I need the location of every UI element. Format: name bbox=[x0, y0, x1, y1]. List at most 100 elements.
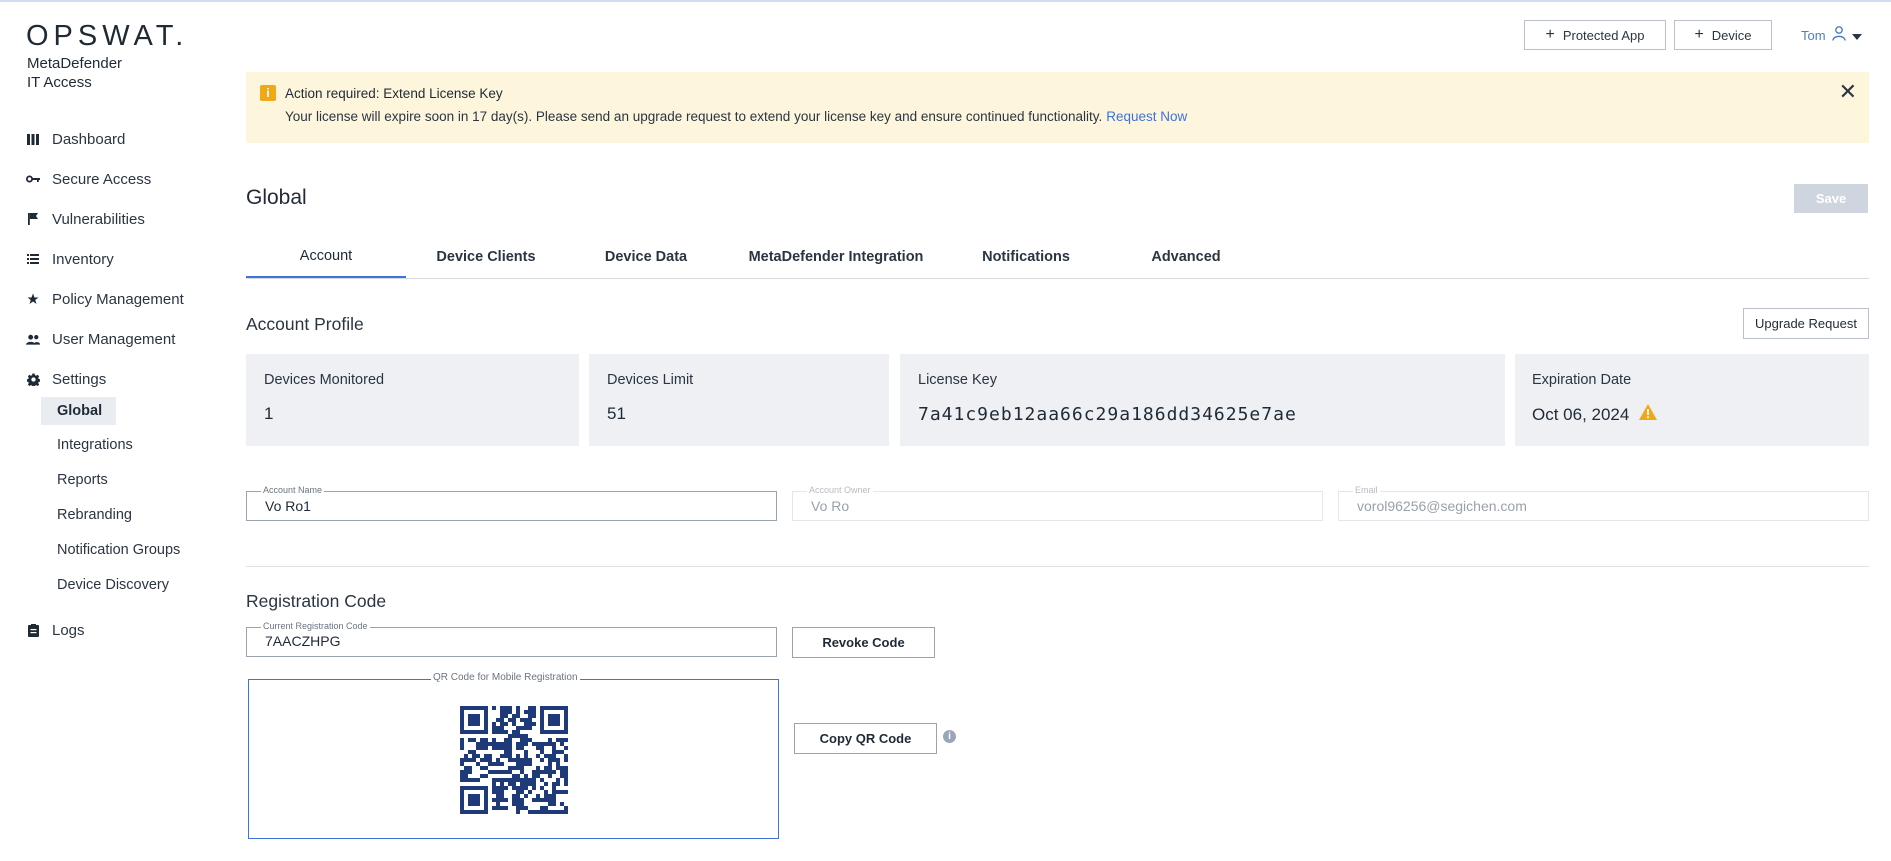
devices-limit-card: Devices Limit 51 bbox=[589, 354, 889, 446]
plus-icon: + bbox=[1545, 26, 1555, 43]
sidebar-item-logs[interactable]: Logs bbox=[26, 617, 85, 643]
flag-icon bbox=[26, 212, 40, 226]
caret-down-icon bbox=[1851, 28, 1862, 43]
info-warning-icon: i bbox=[260, 85, 276, 101]
sidebar-subitem-device-discovery[interactable]: Device Discovery bbox=[57, 573, 169, 597]
sidebar-subitem-reports[interactable]: Reports bbox=[57, 468, 108, 492]
account-name-field[interactable]: Account Name Vo Ro1 bbox=[246, 485, 777, 521]
sidebar-item-dashboard[interactable]: Dashboard bbox=[26, 126, 125, 152]
user-menu[interactable]: Tom bbox=[1801, 26, 1862, 44]
field-label: Account Name bbox=[261, 485, 325, 495]
sidebar-item-settings[interactable]: Settings bbox=[26, 366, 106, 392]
sidebar-item-user-management[interactable]: User Management bbox=[26, 326, 175, 352]
registration-code-title: Registration Code bbox=[246, 591, 387, 611]
registration-code-value: 7AACZHPG bbox=[265, 633, 341, 649]
sidebar-item-label: Dashboard bbox=[52, 130, 126, 148]
sidebar-item-secure-access[interactable]: Secure Access bbox=[26, 166, 151, 192]
tab-device-clients[interactable]: Device Clients bbox=[406, 236, 566, 277]
list-icon bbox=[26, 252, 40, 266]
revoke-code-button[interactable]: Revoke Code bbox=[792, 627, 935, 658]
devices-monitored-value: 1 bbox=[264, 404, 274, 423]
copy-qr-code-button[interactable]: Copy QR Code bbox=[794, 723, 937, 754]
registration-code-field[interactable]: Current Registration Code 7AACZHPG bbox=[246, 621, 777, 657]
tab-notifications[interactable]: Notifications bbox=[946, 236, 1106, 277]
sidebar: OPSWAT. MetaDefender IT Access Dashboard… bbox=[0, 2, 230, 861]
field-label: Email bbox=[1353, 485, 1380, 495]
add-device-button[interactable]: + Device bbox=[1674, 20, 1772, 50]
product-name-line2: IT Access bbox=[27, 74, 92, 91]
card-label: Expiration Date bbox=[1532, 372, 1632, 388]
upgrade-request-button[interactable]: Upgrade Request bbox=[1743, 308, 1869, 339]
card-label: Devices Monitored bbox=[264, 372, 385, 388]
users-icon bbox=[26, 332, 40, 346]
sidebar-subitem-rebranding[interactable]: Rebranding bbox=[57, 503, 132, 527]
sidebar-item-label: Settings bbox=[52, 370, 107, 388]
sidebar-item-label: Inventory bbox=[52, 250, 114, 268]
opswat-logo[interactable]: OPSWAT. bbox=[26, 20, 188, 53]
sidebar-subitem-integrations[interactable]: Integrations bbox=[57, 433, 133, 457]
qr-code-image bbox=[460, 706, 568, 814]
gear-icon bbox=[26, 372, 40, 386]
page-title: Global bbox=[246, 186, 307, 209]
sidebar-item-label: Vulnerabilities bbox=[52, 210, 145, 228]
info-icon[interactable]: i bbox=[943, 730, 956, 743]
tab-device-data[interactable]: Device Data bbox=[566, 236, 726, 277]
product-name-line1: MetaDefender bbox=[27, 55, 123, 72]
sidebar-subitem-global[interactable]: Global bbox=[41, 397, 117, 425]
sidebar-item-label: User Management bbox=[52, 330, 176, 348]
card-value: 51 bbox=[607, 404, 626, 424]
sidebar-item-label: Logs bbox=[52, 621, 85, 639]
email-value: vorol96256@segichen.com bbox=[1357, 498, 1527, 514]
banner-message-text: Your license will expire soon in 17 day(… bbox=[285, 109, 1103, 124]
card-label: License Key bbox=[918, 372, 997, 388]
banner-message: Your license will expire soon in 17 day(… bbox=[285, 109, 1187, 124]
license-key-value: 7a41c9eb12aa66c29a186dd34625e7ae bbox=[918, 404, 1297, 425]
sidebar-item-inventory[interactable]: Inventory bbox=[26, 246, 114, 272]
section-divider bbox=[246, 566, 1869, 567]
card-label: Devices Limit bbox=[607, 372, 694, 388]
save-button[interactable]: Save bbox=[1794, 184, 1868, 213]
expiration-date-card: Expiration Date Oct 06, 2024 bbox=[1515, 354, 1869, 446]
dashboard-icon bbox=[26, 132, 40, 146]
settings-tabs: Account Device Clients Device Data MetaD… bbox=[246, 236, 1869, 279]
license-warning-banner: i Action required: Extend License Key Yo… bbox=[246, 72, 1869, 143]
product-name: MetaDefender IT Access bbox=[27, 54, 122, 92]
qr-code-panel: QR Code for Mobile Registration bbox=[248, 672, 779, 839]
key-icon bbox=[26, 172, 40, 186]
account-owner-value: Vo Ro bbox=[811, 498, 850, 514]
request-now-link[interactable]: Request Now bbox=[1106, 109, 1187, 124]
user-name: Tom bbox=[1801, 27, 1826, 43]
add-protected-app-label: Protected App bbox=[1562, 27, 1645, 43]
sidebar-item-label: Policy Management bbox=[52, 290, 184, 308]
qr-code-label: QR Code for Mobile Registration bbox=[431, 672, 580, 683]
field-label: Current Registration Code bbox=[261, 621, 370, 631]
account-name-value: Vo Ro1 bbox=[265, 498, 311, 514]
tab-account[interactable]: Account bbox=[246, 236, 406, 278]
close-icon[interactable]: ✕ bbox=[1839, 81, 1857, 103]
sidebar-item-vulnerabilities[interactable]: Vulnerabilities bbox=[26, 206, 145, 232]
sidebar-item-policy-management[interactable]: Policy Management bbox=[26, 286, 184, 312]
sidebar-item-label: Secure Access bbox=[52, 170, 152, 188]
account-profile-title: Account Profile bbox=[246, 314, 364, 334]
clipboard-icon bbox=[26, 623, 40, 637]
devices-limit-value: 51 bbox=[607, 404, 626, 423]
card-value: Oct 06, 2024 bbox=[1532, 404, 1658, 425]
star-icon bbox=[26, 292, 40, 306]
add-protected-app-button[interactable]: + Protected App bbox=[1524, 20, 1666, 50]
card-value: 1 bbox=[264, 404, 273, 424]
user-icon bbox=[1831, 26, 1846, 44]
card-value: 7a41c9eb12aa66c29a186dd34625e7ae bbox=[918, 404, 1297, 425]
tab-metadefender-integration[interactable]: MetaDefender Integration bbox=[726, 236, 946, 277]
sidebar-subitem-notification-groups[interactable]: Notification Groups bbox=[57, 538, 180, 562]
banner-title: Action required: Extend License Key bbox=[285, 86, 503, 101]
warning-icon bbox=[1639, 404, 1658, 425]
field-label: Account Owner bbox=[807, 485, 873, 495]
devices-monitored-card: Devices Monitored 1 bbox=[246, 354, 579, 446]
email-field: Email vorol96256@segichen.com bbox=[1338, 485, 1869, 521]
tab-advanced[interactable]: Advanced bbox=[1106, 236, 1266, 277]
account-owner-field: Account Owner Vo Ro bbox=[792, 485, 1323, 521]
license-key-card: License Key 7a41c9eb12aa66c29a186dd34625… bbox=[900, 354, 1505, 446]
add-device-label: Device bbox=[1711, 27, 1752, 43]
plus-icon: + bbox=[1694, 26, 1704, 43]
expiration-date-value: Oct 06, 2024 bbox=[1532, 404, 1630, 424]
